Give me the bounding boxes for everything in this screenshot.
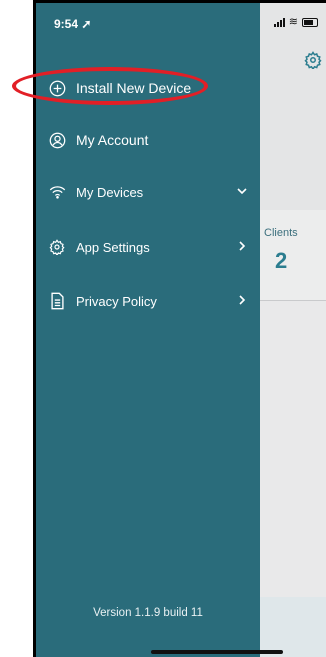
home-indicator[interactable]	[151, 650, 283, 654]
menu-item-label: App Settings	[76, 239, 150, 255]
background-footer	[260, 597, 326, 657]
gear-icon	[48, 238, 66, 256]
status-icons: ≋	[273, 16, 318, 28]
menu-item-label: My Devices	[76, 184, 144, 200]
wifi-icon	[48, 183, 66, 201]
wifi-status-icon: ≋	[288, 16, 298, 28]
background-header	[260, 3, 326, 211]
menu-item-my-account[interactable]: My Account	[48, 126, 250, 154]
signal-icon	[273, 17, 285, 27]
menu-item-label: My Account	[76, 132, 149, 148]
chevron-down-icon	[237, 188, 247, 195]
clients-label: Clients	[264, 227, 298, 239]
settings-gear-icon[interactable]	[304, 51, 322, 69]
clients-card[interactable]: Clients 2	[260, 210, 326, 301]
menu-item-label: Privacy Policy	[76, 293, 157, 309]
version-text: Version 1.1.9 build 11	[93, 607, 203, 619]
menu-item-my-devices[interactable]: My Devices	[48, 178, 250, 206]
document-icon	[48, 292, 66, 310]
status-time: 9:54 ➚	[54, 17, 92, 31]
account-icon	[48, 131, 66, 149]
menu-item-privacy-policy[interactable]: Privacy Policy	[48, 287, 250, 315]
clients-count: 2	[275, 248, 288, 273]
highlight-ellipse	[12, 67, 208, 105]
battery-icon	[302, 17, 318, 27]
background-app[interactable]: ≋ Clients 2	[260, 3, 326, 657]
chevron-right-icon	[239, 295, 246, 305]
menu-item-app-settings[interactable]: App Settings	[48, 233, 250, 261]
chevron-right-icon	[239, 241, 246, 251]
